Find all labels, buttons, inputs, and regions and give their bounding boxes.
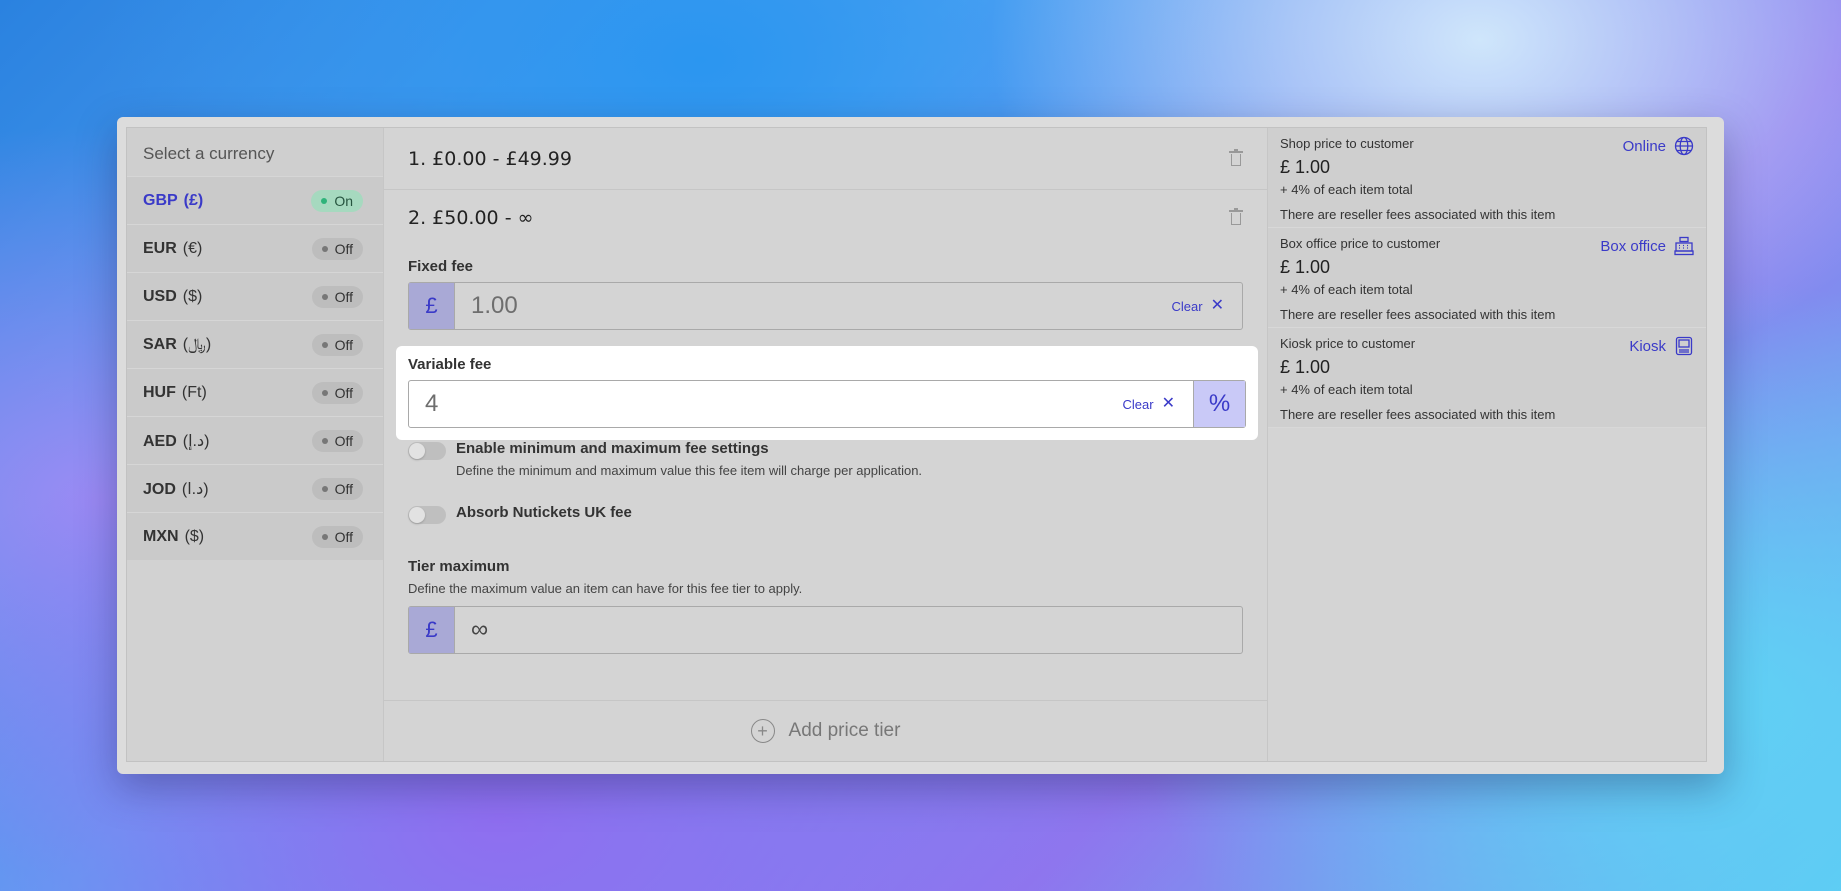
currency-item-huf[interactable]: HUF (Ft) Off xyxy=(127,368,383,416)
add-price-tier-label: Add price tier xyxy=(788,720,901,741)
globe-icon xyxy=(1674,136,1694,156)
price-value: £ 1.00 xyxy=(1280,257,1331,277)
currency-prefix: £ xyxy=(409,607,455,653)
price-online: Shop price to customer £ 1.00 + 4% of ea… xyxy=(1268,128,1706,228)
currency-name: AED (د.إ) xyxy=(143,432,210,450)
price-note: There are reseller fees associated with … xyxy=(1280,207,1556,222)
channel-online: Online xyxy=(1623,136,1694,156)
absorb-label: Absorb Nutickets UK fee xyxy=(456,504,632,521)
currency-item-sar[interactable]: SAR (﷼) Off xyxy=(127,320,383,368)
tier-1-row[interactable]: 1. £0.00 - £49.99 xyxy=(384,128,1267,190)
status-badge[interactable]: Off xyxy=(311,237,363,260)
min-max-setting: Enable minimum and maximum fee settings … xyxy=(408,440,1243,478)
currency-prefix: £ xyxy=(409,283,455,329)
currency-item-usd[interactable]: USD ($) Off xyxy=(127,272,383,320)
clear-button[interactable]: Clear ✕ xyxy=(1123,396,1193,412)
currency-name: USD ($) xyxy=(143,287,203,305)
status-badge[interactable]: Off xyxy=(311,381,363,404)
status-badge[interactable]: Off xyxy=(311,285,363,308)
price-variable: + 4% of each item total xyxy=(1280,282,1413,297)
absorb-setting: Absorb Nutickets UK fee xyxy=(408,504,1243,524)
status-badge[interactable]: Off xyxy=(311,477,363,500)
tier-maximum-input[interactable]: ∞ xyxy=(455,616,1242,644)
variable-fee-input[interactable]: 4 xyxy=(409,390,1123,418)
fixed-fee-label: Fixed fee xyxy=(408,258,474,275)
fee-editor-dialog: Select a currency GBP (£) On EUR (€) Off U… xyxy=(126,127,1707,762)
variable-fee-section: Variable fee 4 Clear ✕ % xyxy=(396,346,1258,440)
variable-fee-field[interactable]: 4 Clear ✕ % xyxy=(408,380,1246,428)
price-value: £ 1.00 xyxy=(1280,357,1331,377)
tier-editor: 1. £0.00 - £49.99 2. £50.00 - ∞ Fixed fe… xyxy=(384,128,1268,761)
currency-item-aed[interactable]: AED (د.إ) Off xyxy=(127,416,383,464)
register-icon xyxy=(1674,236,1694,256)
currency-item-eur[interactable]: EUR (€) Off xyxy=(127,224,383,272)
currency-name: HUF (Ft) xyxy=(143,383,207,401)
currency-item-gbp[interactable]: GBP (£) On xyxy=(127,176,383,224)
price-variable: + 4% of each item total xyxy=(1280,182,1413,197)
tier-2-title: 2. £50.00 - ∞ xyxy=(408,207,534,229)
currency-name: MXN ($) xyxy=(143,527,205,545)
fixed-fee-input[interactable]: 1.00 xyxy=(455,292,1172,320)
tier-1-title: 1. £0.00 - £49.99 xyxy=(408,147,572,170)
channel-box-office: Box office xyxy=(1600,236,1694,256)
kiosk-icon xyxy=(1675,336,1693,356)
price-value: £ 1.00 xyxy=(1280,157,1331,177)
status-badge[interactable]: On xyxy=(311,189,363,212)
absorb-toggle[interactable] xyxy=(408,506,446,524)
price-note: There are reseller fees associated with … xyxy=(1280,307,1556,322)
add-price-tier-button[interactable]: + Add price tier xyxy=(384,700,1267,761)
price-note: There are reseller fees associated with … xyxy=(1280,407,1556,422)
close-icon: ✕ xyxy=(1161,395,1175,412)
min-max-toggle[interactable] xyxy=(408,442,446,460)
currency-name: SAR (﷼) xyxy=(143,335,212,353)
status-badge[interactable]: Off xyxy=(311,333,363,356)
channel-kiosk: Kiosk xyxy=(1629,336,1694,356)
status-badge[interactable]: Off xyxy=(311,429,363,452)
status-badge[interactable]: Off xyxy=(311,525,363,548)
currency-name: JOD (د.ا) xyxy=(143,480,209,498)
price-kiosk: Kiosk price to customer £ 1.00 + 4% of e… xyxy=(1268,328,1706,428)
min-max-label: Enable minimum and maximum fee settings xyxy=(456,440,769,457)
clear-button[interactable]: Clear ✕ xyxy=(1172,298,1242,314)
tier-maximum-field[interactable]: £ ∞ xyxy=(408,606,1243,654)
trash-icon[interactable] xyxy=(1229,208,1243,226)
currency-name: EUR (€) xyxy=(143,239,203,257)
currency-item-jod[interactable]: JOD (د.ا) Off xyxy=(127,464,383,512)
currency-list-heading: Select a currency xyxy=(127,128,383,176)
tier-maximum-description: Define the maximum value an item can hav… xyxy=(408,581,803,596)
currency-name: GBP (£) xyxy=(143,191,204,209)
tier-maximum-label: Tier maximum xyxy=(408,558,510,575)
fixed-fee-field[interactable]: £ 1.00 Clear ✕ xyxy=(408,282,1243,330)
currency-list: Select a currency GBP (£) On EUR (€) Off U… xyxy=(127,128,384,761)
price-box-office: Box office price to customer £ 1.00 + 4%… xyxy=(1268,228,1706,328)
customer-prices: Shop price to customer £ 1.00 + 4% of ea… xyxy=(1268,128,1706,761)
min-max-description: Define the minimum and maximum value thi… xyxy=(456,463,923,478)
variable-fee-label: Variable fee xyxy=(408,356,492,373)
currency-item-mxn[interactable]: MXN ($) Off xyxy=(127,512,383,560)
close-icon: ✕ xyxy=(1210,297,1224,314)
percent-suffix: % xyxy=(1193,381,1245,427)
price-variable: + 4% of each item total xyxy=(1280,382,1413,397)
trash-icon[interactable] xyxy=(1229,148,1243,167)
plus-circle-icon: + xyxy=(750,719,775,743)
